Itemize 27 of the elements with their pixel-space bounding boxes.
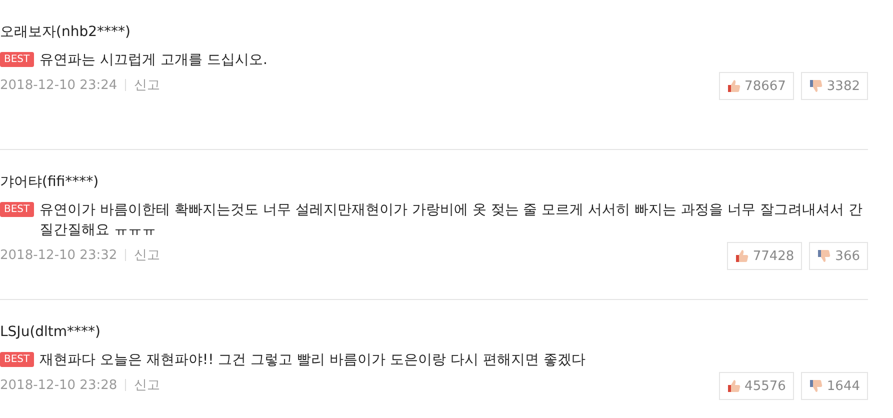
thumbs-up-icon — [726, 79, 741, 93]
report-link[interactable]: 신고 — [134, 376, 160, 394]
author-name: 갸어탸(fifi****) — [0, 173, 100, 192]
like-button[interactable]: 78667 — [718, 72, 794, 100]
report-link[interactable]: 신고 — [134, 76, 160, 94]
author-name: 오래보자(nhb2****) — [0, 23, 132, 42]
dislike-button[interactable]: 366 — [809, 242, 868, 270]
like-button[interactable]: 77428 — [726, 242, 802, 270]
author-name: LSJu(dltm****) — [0, 323, 102, 342]
thumbs-down-icon — [808, 79, 823, 93]
thumbs-down-icon — [817, 249, 832, 263]
dislike-button[interactable]: 1644 — [800, 372, 868, 400]
thumbs-down-icon — [808, 379, 823, 393]
best-badge: BEST — [0, 202, 34, 217]
dislike-button[interactable]: 3382 — [800, 72, 868, 100]
comment-date: 2018-12-10 23:28 — [0, 378, 118, 392]
like-button[interactable]: 45576 — [718, 372, 794, 400]
comment-date: 2018-12-10 23:24 — [0, 78, 118, 92]
best-badge: BEST — [0, 52, 34, 67]
comment-text: 유연이가 바름이한테 확빠지는것도 너무 설레지만재현이가 가랑비에 옷 젖는 줄 모르게 서서히 빠지는 과정을 너무 잘그려내셔서 간질간질해요 ㅠㅠㅠ — [40, 201, 864, 240]
comment-text: 재현파다 오늘은 재현파야!! 그건 그렇고 빨리 바름이가 도은이랑 다시 편해지면 좋겠다 — [40, 351, 586, 370]
best-badge: BEST — [0, 352, 34, 367]
thumbs-up-icon — [734, 249, 749, 263]
report-link[interactable]: 신고 — [134, 246, 160, 264]
comment-date: 2018-12-10 23:32 — [0, 248, 118, 262]
thumbs-up-icon — [726, 379, 741, 393]
comment-text: 유연파는 시끄럽게 고개를 드십시오. — [40, 51, 268, 70]
